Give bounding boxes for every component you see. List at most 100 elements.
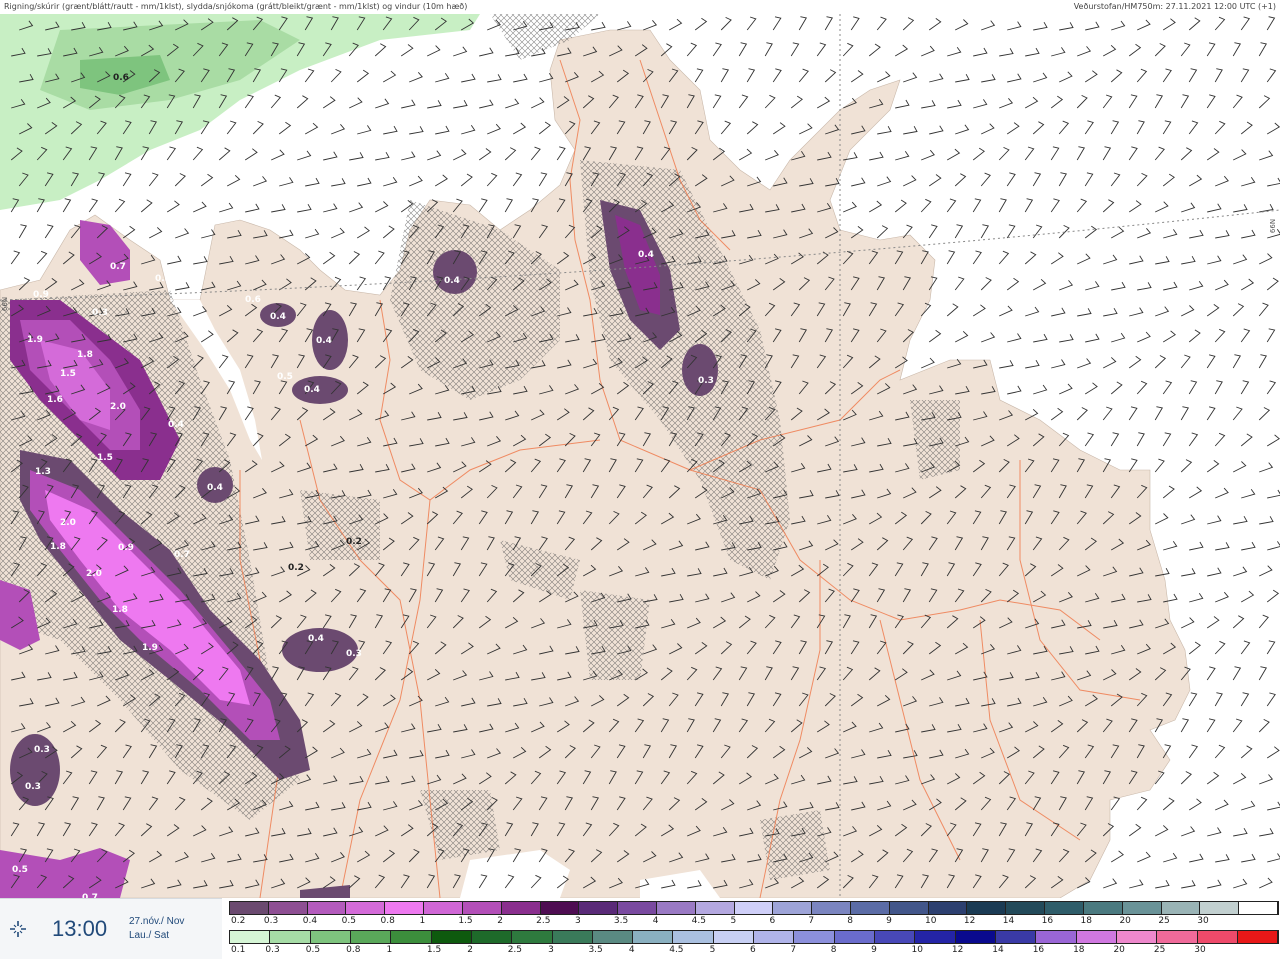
legend-rain-swatch	[633, 931, 674, 943]
precip-label: 2.0	[110, 402, 126, 412]
precip-label: 0.7	[174, 550, 190, 560]
precip-label: 0.4	[638, 250, 654, 260]
precip-label: 0.3	[155, 274, 171, 284]
legend-snow-tick-label: 1	[419, 916, 426, 926]
legend-snow-tick-label: 0.5	[341, 916, 356, 926]
legend-snow-swatch	[773, 902, 813, 914]
legend-snow-swatch	[501, 902, 541, 914]
legend-snow-swatch	[1161, 902, 1201, 914]
map-header: Rigning/skúrir (grænt/blátt/rautt - mm/1…	[0, 0, 1280, 14]
precip-label: 2.0	[60, 518, 76, 528]
legend-snow-swatch	[656, 902, 696, 914]
map-title: Rigning/skúrir (grænt/blátt/rautt - mm/1…	[4, 2, 468, 11]
legend-snow-tick-label: 5	[730, 916, 737, 926]
legend-snow-tick-label: 0.2	[231, 916, 246, 926]
legend-snow-swatch	[424, 902, 463, 914]
precip-label: 0.4	[270, 312, 286, 322]
legend-snow-swatch	[851, 902, 890, 914]
legend-snow-swatch	[307, 902, 347, 914]
legend-rain-swatch	[350, 931, 392, 943]
precip-label: 1.8	[77, 350, 93, 360]
legend-rain-swatch	[230, 931, 271, 943]
latitude-label: 66N	[1, 296, 10, 312]
legend-rain-swatch	[955, 931, 996, 943]
forecast-day: Lau./ Sat	[129, 930, 170, 941]
legend-snow-tick-label: 4	[652, 916, 659, 926]
legend-rain-swatch	[1157, 931, 1198, 943]
legend-rain-tick-label: 0.8	[346, 945, 361, 955]
legend-snow-swatch	[462, 902, 502, 914]
precip-label: 0.5	[277, 372, 293, 382]
precip-label: 2.0	[86, 569, 102, 579]
forecast-map[interactable]	[0, 14, 1280, 898]
legend-rain-swatch	[875, 931, 916, 943]
precip-label: 0.2	[346, 537, 362, 547]
legend-snow-tick-label: 20	[1119, 916, 1131, 926]
precip-label: 0.5	[12, 865, 28, 875]
precip-label: 0.9	[118, 543, 134, 553]
legend-snow-tick-label: 25	[1158, 916, 1170, 926]
legend-snow-tick-label: 8	[847, 916, 853, 926]
timeline-icon[interactable]	[8, 919, 28, 939]
legend-snow-swatch	[967, 902, 1007, 914]
legend-rain-tick-label: 16	[1032, 945, 1045, 955]
legend-snow-swatch	[812, 902, 851, 914]
precip-label: 1.8	[112, 605, 128, 615]
legend-snow-swatch	[889, 902, 929, 914]
legend-rain-tick-label: 3	[548, 945, 554, 955]
legend-rain-swatch	[794, 931, 835, 943]
legend-snow-tick-label: 18	[1080, 916, 1092, 926]
legend-rain-tick-label: 25	[1153, 945, 1166, 955]
legend-snow-colorbar	[229, 901, 1279, 915]
legend-rain-swatch	[995, 931, 1037, 943]
legend-rain-swatch	[310, 931, 351, 943]
legend-rain-swatch	[391, 931, 432, 943]
legend-rain: 0.1 0.3 0.5 0.8 1 1.5 2 2.5 3 3.5 4 4.5 5 6 7 8 9 10 12 14 1…	[229, 927, 1279, 955]
legend-rain-tick-label: 10	[911, 945, 923, 955]
legend-rain-tick-label: 0.1	[231, 945, 246, 955]
legend-rain-swatch	[673, 931, 714, 943]
time-panel[interactable]: 13:00 27.nóv./ Nov Lau./ Sat	[0, 898, 222, 959]
legend-rain-tick-label: 4.5	[669, 945, 684, 955]
precip-label: 0.7	[110, 262, 126, 272]
precip-label: 1.9	[27, 335, 43, 345]
forecast-time: 13:00	[52, 916, 108, 941]
precip-label: 0.4	[316, 336, 332, 346]
precip-label: 0.9	[33, 290, 49, 300]
legend-rain-swatch	[431, 931, 472, 943]
legend-snow-swatch	[734, 902, 774, 914]
precip-label: 0.2	[288, 563, 304, 573]
legend-rain-swatch	[1237, 931, 1279, 943]
precip-label: 1.9	[142, 643, 158, 653]
legend-snow-swatch	[1122, 902, 1162, 914]
legend-snow-tick-label: 16	[1041, 916, 1054, 926]
legend-snow-swatch	[579, 902, 619, 914]
legend-rain-swatch	[471, 931, 513, 943]
legend-rain-tick-label: 2	[467, 945, 474, 955]
legend-rain-tick-label: 0.5	[305, 945, 321, 955]
legend-rain-swatch	[915, 931, 956, 943]
legend-rain-tick-label: 0.3	[265, 945, 280, 955]
legend-rain-swatch	[1076, 931, 1117, 943]
legend-snow-tick-label: 30	[1197, 916, 1209, 926]
legend-rain-tick-label: 4	[628, 945, 635, 955]
legend-rain-swatch	[1197, 931, 1238, 943]
legend-snow-tick-label: 0.8	[380, 916, 395, 926]
legend-snow-ticks: 0.2 0.3 0.4 0.5 0.8 1 1.5 2 2.5 3 3.5 4 4.5 5 6 7 8 9 10 12…	[229, 916, 1279, 926]
legend-rain-tick-label: 14	[992, 945, 1004, 955]
legend-rain-tick-label: 8	[830, 945, 837, 955]
legend-rain-swatch	[1116, 931, 1158, 943]
legend-snow-swatch	[1083, 902, 1123, 914]
legend-rain-tick-label: 7	[790, 945, 797, 955]
precip-label: 0.4	[308, 634, 324, 644]
footer-bar: 13:00 27.nóv./ Nov Lau./ Sat 0.2 0.3 0.4 0.…	[0, 898, 1280, 959]
legend-rain-tick-label: 18	[1073, 945, 1085, 955]
legend-snow-tick-label: 3	[575, 916, 581, 926]
legend-snow-tick-label: 2	[497, 916, 503, 926]
legend-rain-tick-label: 5	[709, 945, 716, 955]
precip-label: 0.6	[113, 73, 129, 83]
legend-rain-swatch	[1036, 931, 1077, 943]
precip-label: 1.6	[47, 395, 63, 405]
precip-label: 0.3	[698, 376, 714, 386]
precip-label: 0.4	[304, 385, 320, 395]
